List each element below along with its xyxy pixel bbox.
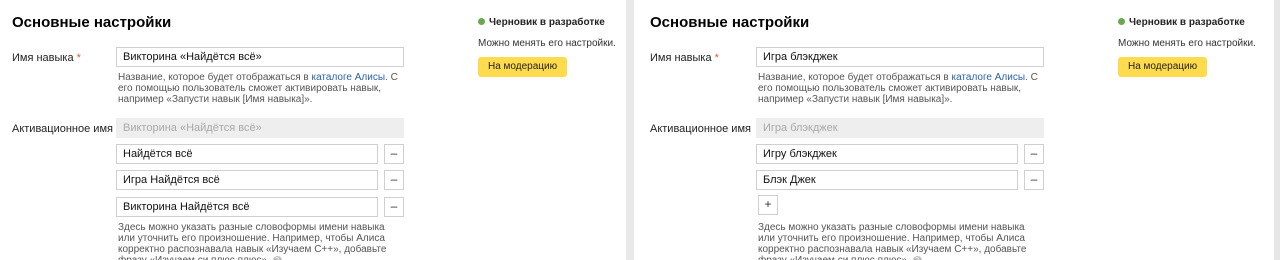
- activation-name-input-1[interactable]: Найдётся всё: [116, 144, 378, 164]
- send-to-moderation-button[interactable]: На модерацию: [478, 57, 568, 77]
- catalog-link[interactable]: каталоге Алисы: [952, 72, 1026, 83]
- remove-activation-name-button-1[interactable]: –: [1024, 144, 1044, 164]
- settings-panel-left: Основные настройки Имя навыка * Викторин…: [0, 0, 626, 260]
- window-edge: [1274, 0, 1280, 260]
- wordforms-hint: Здесь можно указать разные словоформы им…: [758, 222, 1038, 260]
- catalog-link[interactable]: каталоге Алисы: [312, 72, 386, 83]
- activation-name-label: Активационное имя: [650, 123, 751, 135]
- settings-panel-right: Основные настройки Имя навыка * Игра блэ…: [634, 0, 1274, 260]
- help-icon[interactable]: ?: [912, 255, 922, 260]
- skill-name-input[interactable]: Игра блэкджек: [756, 47, 1044, 67]
- required-mark: *: [714, 52, 719, 64]
- activation-name-field: Игра блэкджек: [756, 118, 1044, 138]
- activation-name-field: Викторина «Найдётся всё»: [116, 118, 404, 138]
- remove-activation-name-button-3[interactable]: –: [384, 197, 404, 217]
- add-activation-name-button[interactable]: +: [758, 195, 778, 215]
- status-label: Черновик в разработке: [1118, 17, 1245, 28]
- skill-name-label: Имя навыка *: [12, 52, 81, 64]
- page-title: Основные настройки: [12, 14, 172, 31]
- remove-activation-name-button-2[interactable]: –: [384, 170, 404, 190]
- send-to-moderation-button[interactable]: На модерацию: [1118, 57, 1208, 77]
- remove-activation-name-button-1[interactable]: –: [384, 144, 404, 164]
- status-label: Черновик в разработке: [478, 17, 605, 28]
- help-icon[interactable]: ?: [272, 255, 282, 260]
- skill-name-label: Имя навыка *: [650, 52, 719, 64]
- activation-name-input-1[interactable]: Игру блэкджек: [756, 144, 1018, 164]
- activation-name-input-3[interactable]: Викторина Найдётся всё: [116, 197, 378, 217]
- status-note: Можно менять его настройки.: [478, 38, 616, 49]
- activation-name-input-2[interactable]: Игра Найдётся всё: [116, 170, 378, 190]
- status-dot-icon: [478, 18, 485, 25]
- remove-activation-name-button-2[interactable]: –: [1024, 170, 1044, 190]
- skill-name-hint: Название, которое будет отображаться в к…: [118, 72, 398, 105]
- required-mark: *: [76, 52, 81, 64]
- skill-name-hint: Название, которое будет отображаться в к…: [758, 72, 1038, 105]
- activation-name-input-2[interactable]: Блэк Джек: [756, 170, 1018, 190]
- activation-name-label: Активационное имя: [12, 123, 113, 135]
- skill-name-input[interactable]: Викторина «Найдётся всё»: [116, 47, 404, 67]
- status-dot-icon: [1118, 18, 1125, 25]
- page-title: Основные настройки: [650, 14, 810, 31]
- status-note: Можно менять его настройки.: [1118, 38, 1256, 49]
- panel-divider: [626, 0, 634, 260]
- wordforms-hint: Здесь можно указать разные словоформы им…: [118, 222, 398, 260]
